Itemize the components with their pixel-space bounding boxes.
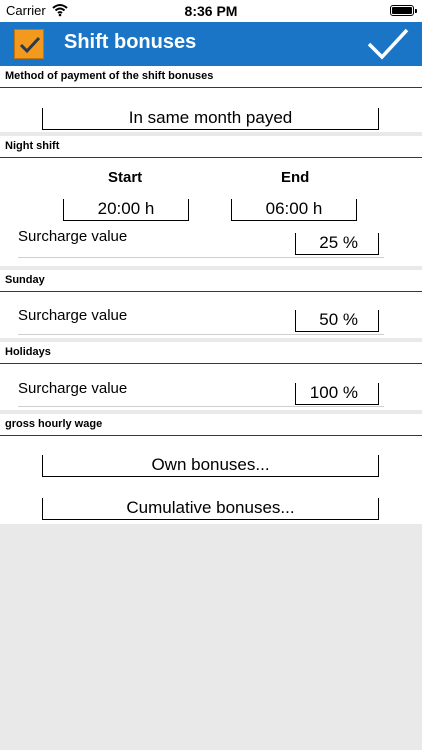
clock: 8:36 PM — [184, 3, 238, 19]
night-surcharge-input[interactable]: 25 % — [295, 233, 379, 255]
section-header-holidays: Holidays — [0, 342, 422, 364]
checkmark-icon — [19, 36, 41, 54]
start-label: Start — [108, 169, 143, 186]
wage-block: Own bonuses... Cumulative bonuses... — [0, 436, 422, 524]
navigation-bar: Shift bonuses — [0, 22, 422, 66]
section-header-wage: gross hourly wage — [0, 414, 422, 436]
page-title: Shift bonuses — [64, 31, 197, 53]
sunday-block: Surcharge value 50 % — [0, 292, 422, 338]
night-shift-block: Start End 20:00 h 06:00 h Surcharge valu… — [0, 158, 422, 266]
holidays-block: Surcharge value 100 % — [0, 364, 422, 410]
section-header-night-shift: Night shift — [0, 136, 422, 158]
payment-method-button[interactable]: In same month payed — [42, 108, 379, 130]
holidays-surcharge-label: Surcharge value — [18, 380, 128, 397]
end-label: End — [281, 169, 310, 186]
holidays-surcharge-input[interactable]: 100 % — [295, 383, 379, 405]
sunday-surcharge-label: Surcharge value — [18, 307, 128, 324]
battery-icon — [390, 5, 417, 16]
confirm-checkmark-icon[interactable] — [366, 27, 410, 61]
status-bar: Carrier 8:36 PM — [0, 0, 422, 22]
section-header-sunday: Sunday — [0, 270, 422, 292]
sunday-surcharge-input[interactable]: 50 % — [295, 310, 379, 332]
own-bonuses-button[interactable]: Own bonuses... — [42, 455, 379, 477]
end-time-button[interactable]: 06:00 h — [231, 199, 357, 221]
start-time-button[interactable]: 20:00 h — [63, 199, 189, 221]
section-header-payment: Method of payment of the shift bonuses — [0, 66, 422, 88]
settings-content: Method of payment of the shift bonuses I… — [0, 66, 422, 524]
checkbox-app-icon[interactable] — [14, 29, 44, 59]
cumulative-bonuses-button[interactable]: Cumulative bonuses... — [42, 498, 379, 520]
payment-block: In same month payed — [0, 88, 422, 132]
night-surcharge-label: Surcharge value — [18, 228, 128, 245]
